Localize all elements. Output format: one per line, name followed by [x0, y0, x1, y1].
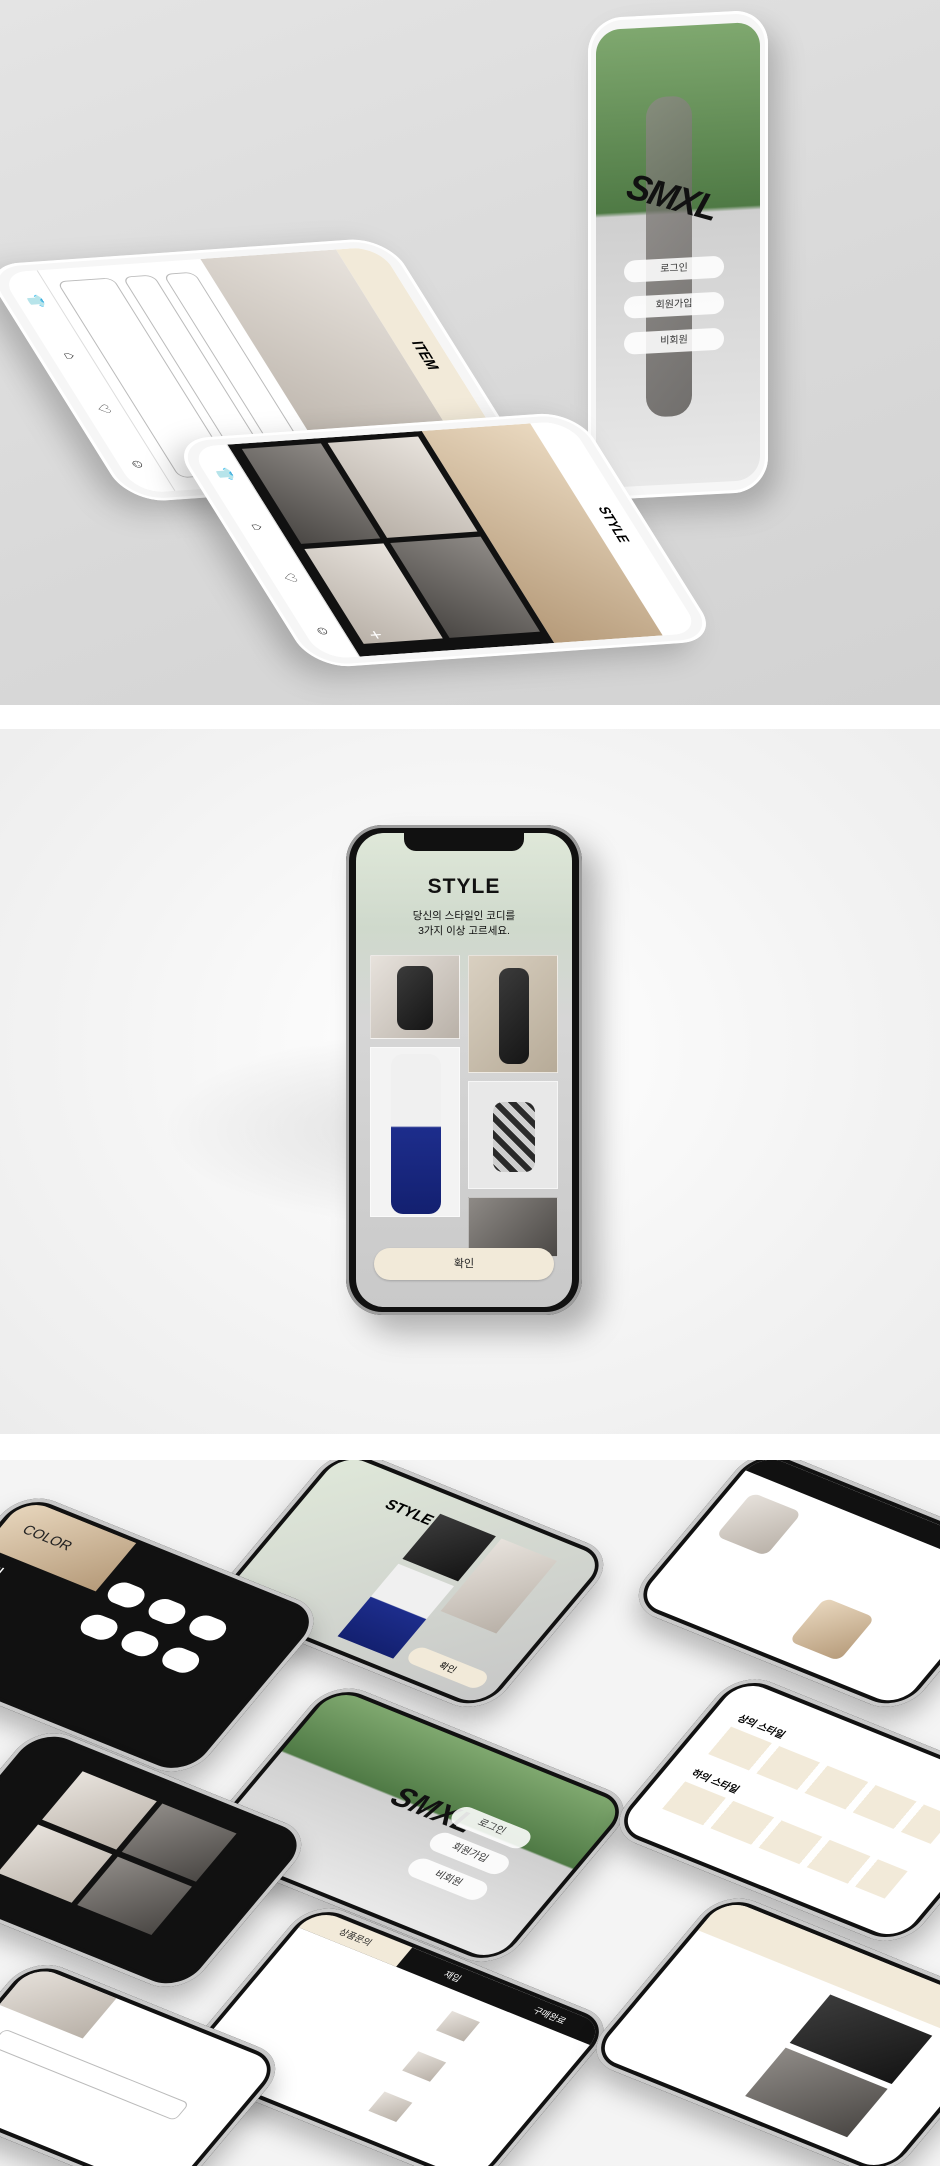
mockup-section-white: SMXL 로그인 회원가입 비회원 ITEM 👕 ⌂ ♡ ☺ STYLE + 👕… — [0, 0, 940, 705]
tshirt-icon[interactable]: 👕 — [23, 293, 50, 308]
home-icon[interactable]: ⌂ — [248, 523, 269, 531]
grid-product-phone — [623, 1460, 940, 1717]
grid-orders-phone: 상품문의 재입 구매완료 — [171, 1898, 619, 2166]
subtitle-line-2: 3가지 이상 고르세요. — [418, 925, 510, 937]
item-photo — [0, 1964, 117, 2039]
home-icon[interactable]: ⌂ — [60, 352, 81, 360]
category-chip[interactable] — [116, 1627, 164, 1660]
style-option[interactable] — [370, 955, 460, 1039]
category-chip[interactable] — [183, 1611, 232, 1645]
heart-icon[interactable]: ♡ — [278, 572, 302, 583]
comment-field[interactable] — [0, 2028, 190, 2122]
category-chip[interactable] — [156, 1644, 205, 1677]
category-chip[interactable] — [102, 1578, 151, 1612]
mockup-section-grid: STYLE 확인 COLOR 고리 SMXL 로그인 회원가입 비회원 상의 스… — [0, 1460, 940, 2166]
model-photo — [646, 95, 692, 418]
style-subtitle: 당신의 스타일인 코디를 3가지 이상 고르세요. — [356, 909, 572, 939]
login-button[interactable]: 로그인 — [624, 255, 724, 283]
style-option[interactable] — [337, 1563, 454, 1659]
order-thumb[interactable] — [402, 2051, 447, 2082]
category-chip[interactable] — [143, 1595, 191, 1628]
style-title: STYLE — [427, 875, 501, 898]
confirm-button[interactable]: 확인 — [374, 1248, 554, 1280]
order-thumb[interactable] — [368, 2091, 413, 2123]
confirm-button[interactable]: 확인 — [403, 1644, 492, 1691]
style-select-screen: STYLE 당신의 스타일인 코디를 3가지 이상 고르세요. 확인 — [356, 833, 572, 1307]
guest-button[interactable]: 비회원 — [624, 327, 724, 355]
heart-icon[interactable]: ♡ — [92, 403, 116, 414]
user-icon[interactable]: ☺ — [126, 458, 150, 470]
model-figure — [499, 968, 529, 1064]
model-figure — [397, 966, 433, 1030]
product-thumb[interactable] — [788, 1597, 876, 1662]
add-button[interactable]: + — [361, 630, 390, 641]
signup-button[interactable]: 회원가입 — [624, 291, 724, 319]
phone-notch — [404, 833, 524, 851]
color-tab[interactable]: COLOR — [19, 1522, 76, 1554]
user-icon[interactable]: ☺ — [311, 625, 335, 637]
login-phone: SMXL 로그인 회원가입 비회원 — [588, 9, 768, 501]
mockup-section-style: STYLE 당신의 스타일인 코디를 3가지 이상 고르세요. 확인 — [0, 729, 940, 1434]
grid-style-title: STYLE — [381, 1496, 438, 1529]
color-banner: COLOR — [0, 1498, 137, 1592]
model-figure — [493, 1102, 535, 1172]
style-select-phone: STYLE 당신의 스타일인 코디를 3가지 이상 고르세요. 확인 — [346, 825, 582, 1315]
order-thumb[interactable] — [435, 2010, 480, 2042]
item-title: ITEM — [407, 340, 444, 371]
style-option[interactable] — [370, 1047, 460, 1217]
tshirt-icon[interactable]: 👕 — [212, 467, 239, 482]
category-label: 고리 — [0, 1559, 7, 1580]
product-thumb[interactable] — [715, 1492, 803, 1557]
style-option[interactable] — [468, 955, 558, 1073]
model-figure — [391, 1054, 441, 1214]
tab-completed[interactable]: 구매완료 — [493, 1986, 606, 2045]
style-option[interactable] — [468, 1081, 558, 1189]
subtitle-line-1: 당신의 스타일인 코디를 — [412, 910, 516, 922]
category-chip[interactable] — [75, 1611, 123, 1644]
